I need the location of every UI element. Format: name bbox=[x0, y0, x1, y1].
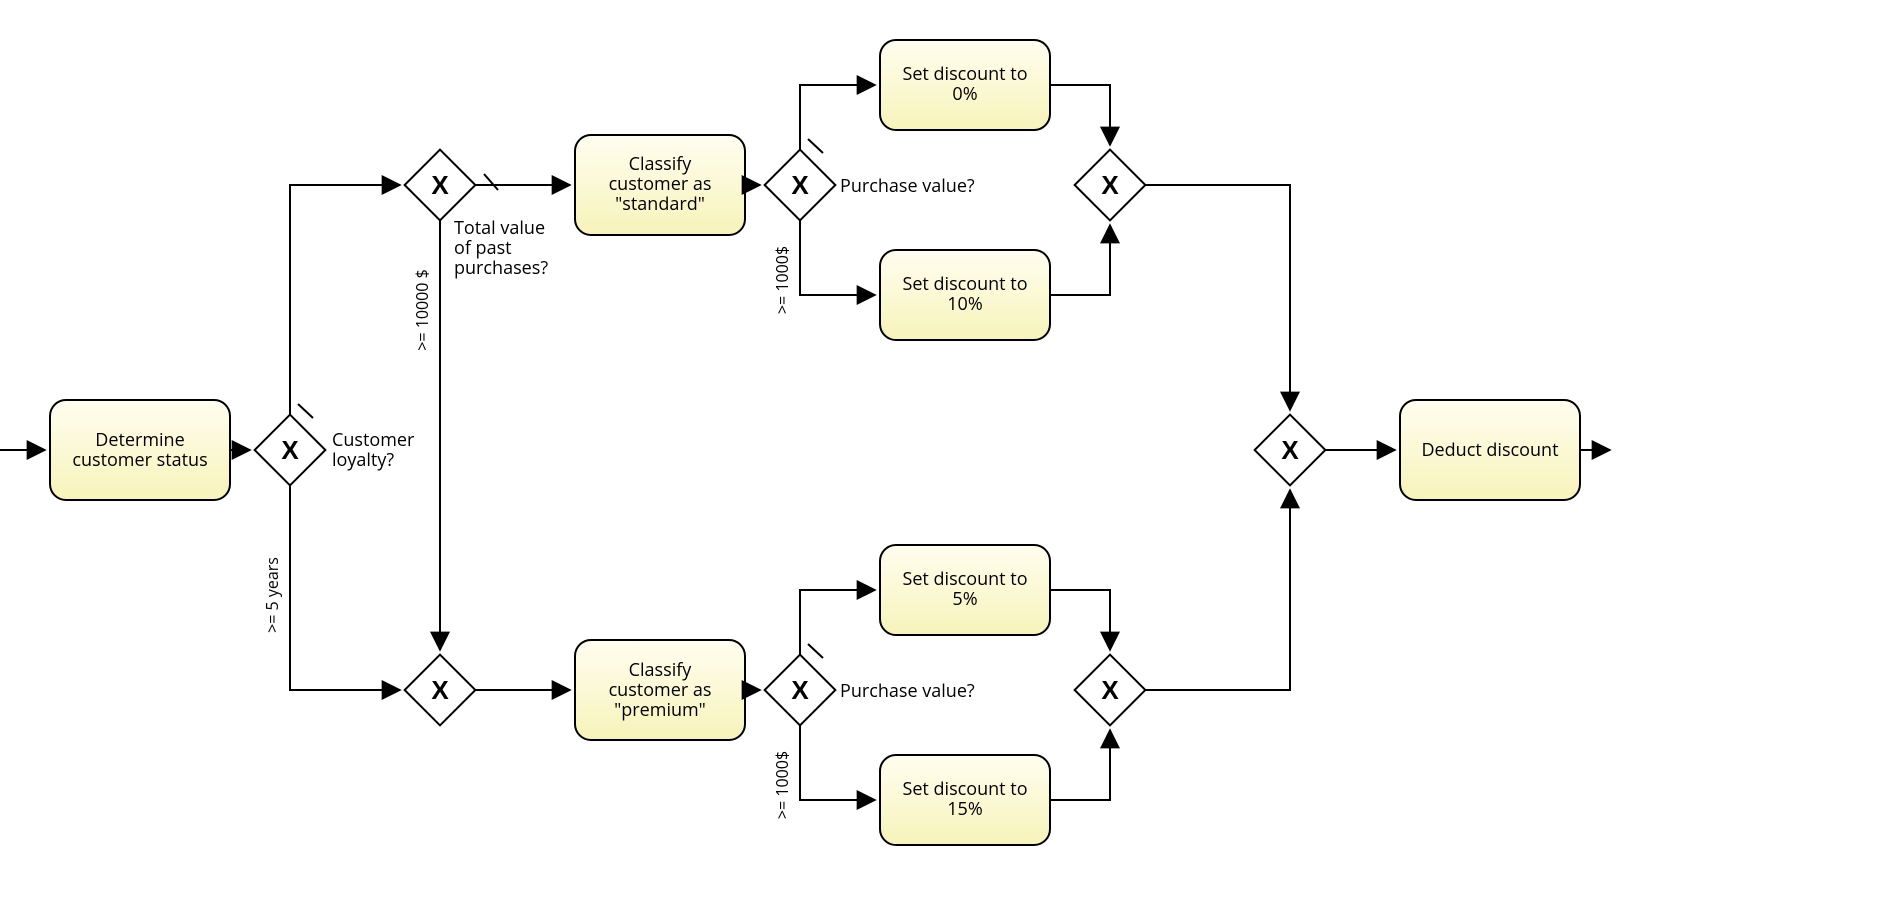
flow-mstd-final bbox=[1145, 185, 1290, 410]
task-determine-status: Determine customer status bbox=[50, 400, 230, 500]
gateway-merge-std: X bbox=[1075, 150, 1146, 221]
cond-1000-std: >= 1000$ bbox=[771, 246, 793, 314]
default-slash-g2 bbox=[484, 174, 498, 190]
svg-text:purchases?: purchases? bbox=[454, 256, 548, 280]
gateway-purchase-value-prem: X Purchase value? bbox=[765, 655, 975, 726]
svg-text:Deduct discount: Deduct discount bbox=[1421, 438, 1558, 462]
gateway-purchase-value-std: X Purchase value? bbox=[765, 150, 975, 221]
flow-g3-0 bbox=[800, 85, 875, 150]
svg-text:"premium": "premium" bbox=[614, 698, 706, 722]
svg-text:X: X bbox=[1281, 435, 1299, 465]
svg-text:15%: 15% bbox=[947, 797, 982, 821]
flow-g3-10 bbox=[800, 220, 875, 295]
svg-text:X: X bbox=[281, 435, 299, 465]
default-slash-g4 bbox=[808, 644, 823, 658]
svg-text:5%: 5% bbox=[952, 587, 977, 611]
flow-mprem-final bbox=[1145, 490, 1290, 690]
svg-text:10%: 10% bbox=[947, 292, 982, 316]
flow-g1-g2b bbox=[290, 485, 400, 690]
gateway-customer-loyalty: X Customer loyalty? bbox=[255, 415, 415, 486]
task-discount-5: Set discount to 5% bbox=[880, 545, 1050, 635]
gateway-premium-split: X bbox=[405, 655, 476, 726]
flow-15-merge bbox=[1050, 730, 1110, 800]
cond-10000: >= 10000 $ bbox=[411, 269, 433, 351]
svg-text:loyalty?: loyalty? bbox=[332, 448, 394, 472]
svg-text:X: X bbox=[1101, 675, 1119, 705]
gateway-past-purchases: X Total value of past purchases? bbox=[405, 150, 549, 280]
default-slash-g1 bbox=[298, 404, 313, 418]
svg-text:Purchase value?: Purchase value? bbox=[840, 174, 975, 198]
svg-text:X: X bbox=[431, 675, 449, 705]
flow-5-merge bbox=[1050, 590, 1110, 650]
svg-text:X: X bbox=[431, 170, 449, 200]
flow-g4-5 bbox=[800, 590, 875, 655]
task-discount-10: Set discount to 10% bbox=[880, 250, 1050, 340]
svg-text:"standard": "standard" bbox=[615, 192, 705, 216]
gateway-merge-final: X bbox=[1255, 415, 1326, 486]
flow-g4-15 bbox=[800, 725, 875, 800]
task-classify-premium: Classify customer as "premium" bbox=[575, 640, 745, 740]
svg-text:X: X bbox=[791, 170, 809, 200]
svg-text:X: X bbox=[791, 675, 809, 705]
bpmn-diagram: Determine customer status Classify custo… bbox=[0, 0, 1880, 904]
flow-g1-g2 bbox=[290, 185, 400, 415]
task-discount-0: Set discount to 0% bbox=[880, 40, 1050, 130]
gateway-merge-prem: X bbox=[1075, 655, 1146, 726]
svg-text:Purchase value?: Purchase value? bbox=[840, 679, 975, 703]
svg-text:X: X bbox=[1101, 170, 1119, 200]
svg-text:0%: 0% bbox=[952, 82, 977, 106]
task-discount-15: Set discount to 15% bbox=[880, 755, 1050, 845]
cond-1000-prem: >= 1000$ bbox=[771, 751, 793, 819]
flow-0-merge bbox=[1050, 85, 1110, 145]
svg-text:customer status: customer status bbox=[72, 448, 207, 472]
cond-5years: >= 5 years bbox=[261, 557, 283, 633]
task-classify-standard: Classify customer as "standard" bbox=[575, 135, 745, 235]
task-deduct-discount: Deduct discount bbox=[1400, 400, 1580, 500]
default-slash-g3 bbox=[808, 139, 823, 153]
flow-10-merge bbox=[1050, 225, 1110, 295]
